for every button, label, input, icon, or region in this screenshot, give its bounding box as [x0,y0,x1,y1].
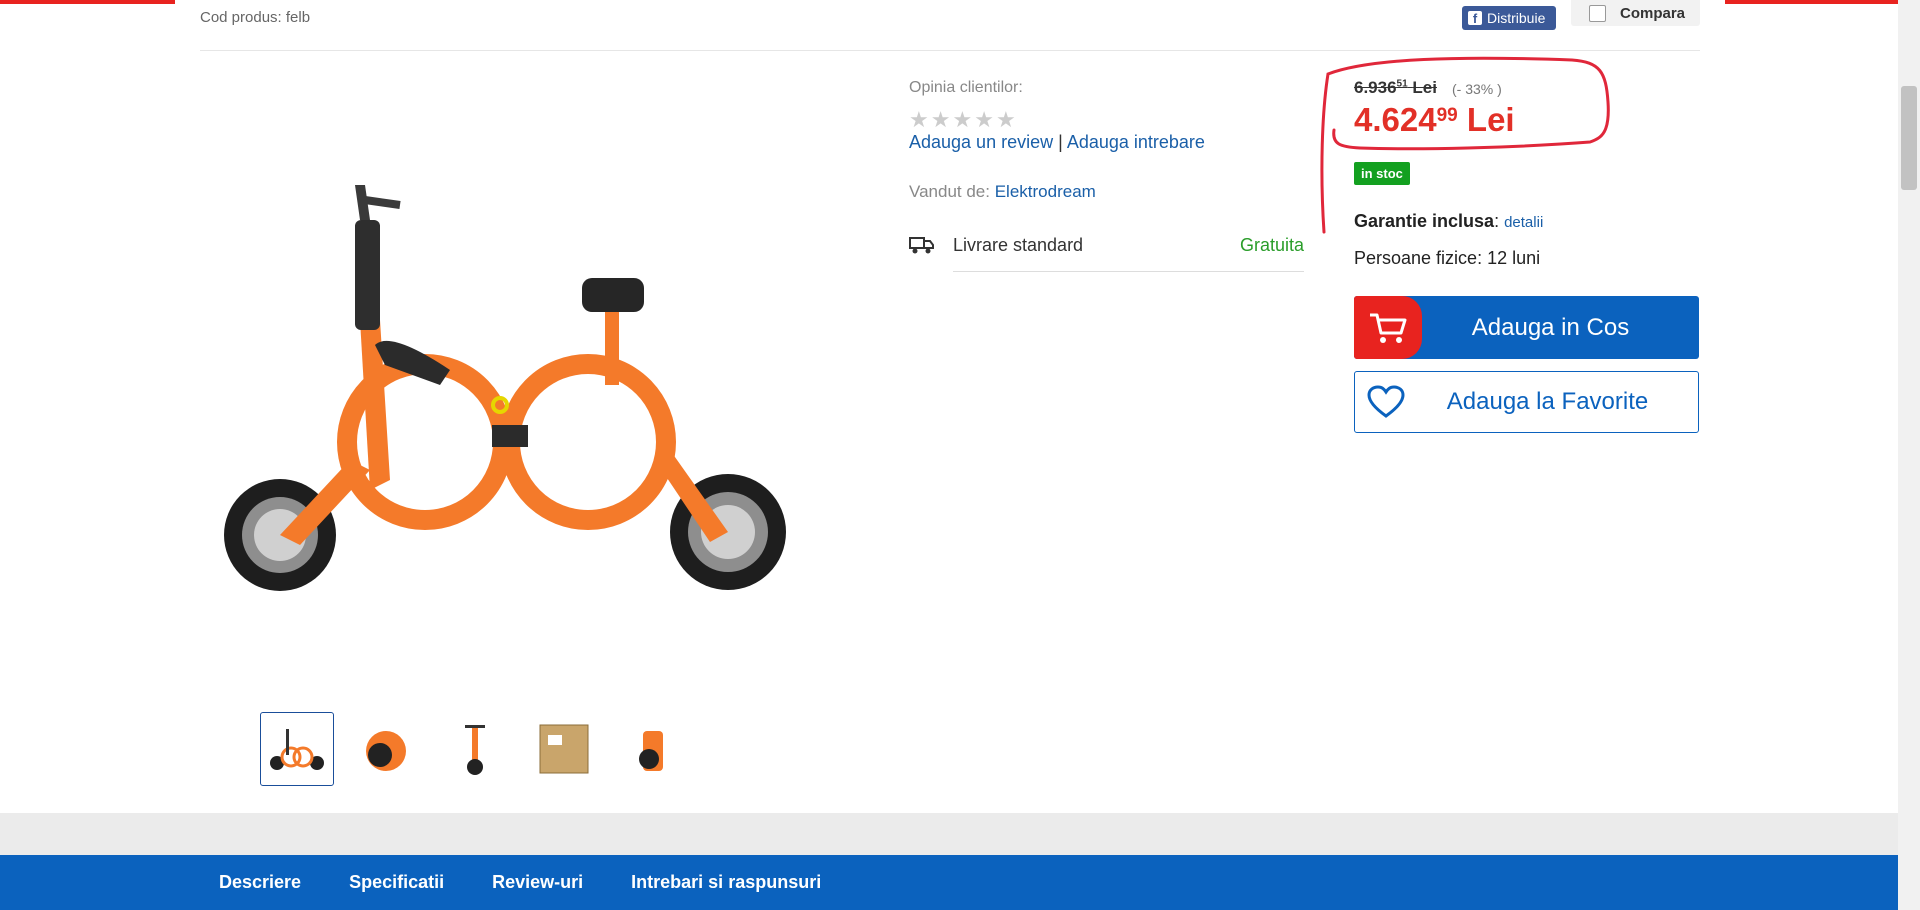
warranty-individuals: Persoane fizice: 12 luni [1354,248,1541,268]
heart-icon [1355,385,1417,419]
warranty-label: Garantie inclusa [1354,211,1495,231]
seller-label: Vandut de: [909,182,990,201]
add-review-link[interactable]: Adauga un review [909,132,1053,152]
compare-checkbox[interactable] [1589,4,1606,22]
tab-review-uri[interactable]: Review-uri [468,872,607,893]
add-question-link[interactable]: Adauga intrebare [1067,132,1205,152]
star-icon: ★ [974,107,994,132]
delivery-row: Livrare standard Gratuita [909,230,1304,272]
facebook-share-button[interactable]: f Distribuie [1462,6,1556,30]
tab-specificatii[interactable]: Specificatii [325,872,468,893]
thumbnail-5[interactable] [616,712,690,786]
link-separator: | [1058,132,1063,152]
seller-info: Vandut de: Elektrodream [909,182,1096,202]
review-links: Adauga un review | Adauga intrebare [909,132,1205,153]
section-background [0,813,1898,855]
tab-descriere[interactable]: Descriere [195,872,325,893]
star-icon: ★ [909,107,929,132]
product-code: Cod produs: felb [200,9,311,26]
divider [953,271,1304,272]
compare-label: Compara [1620,4,1686,22]
scrollbar-thumb[interactable] [1901,86,1917,190]
thumbnail-3[interactable] [438,712,512,786]
add-to-favorites-button[interactable]: Adauga la Favorite [1354,371,1699,433]
product-header-row: Cod produs: felb f Distribuie Compara [200,0,1700,51]
add-to-favorites-label: Adauga la Favorite [1446,388,1649,415]
product-main-image[interactable] [210,160,800,600]
share-label: Distribuie [1487,10,1546,26]
seller-link[interactable]: Elektrodream [995,182,1096,201]
rating-stars[interactable]: ★ ★ ★ ★ ★ [909,107,1016,133]
cart-icon [1354,296,1422,359]
price-highlight-annotation [1320,56,1610,234]
scrollbar[interactable] [1898,0,1920,910]
product-tabs-nav: Descriere Specificatii Review-uri Intreb… [0,855,1898,910]
star-icon: ★ [952,107,973,132]
delivery-truck-icon [909,235,935,260]
add-to-cart-button[interactable]: Adauga in Cos [1354,296,1699,359]
delivery-label: Livrare standard [953,235,1084,255]
thumbnail-1[interactable] [260,712,334,786]
star-icon: ★ [930,107,951,132]
warranty-info: Garantie inclusa: detalii [1354,211,1544,231]
tab-intrebari[interactable]: Intrebari si raspunsuri [607,872,845,893]
compare-toggle[interactable]: Compara [1571,0,1700,26]
top-accent-bar-left [0,0,175,4]
thumbnail-4[interactable] [527,712,601,786]
delivery-price: Gratuita [1239,235,1304,255]
facebook-icon: f [1468,11,1482,26]
star-icon: ★ [995,107,1016,132]
thumbnail-strip [260,712,690,786]
reviews-label: Opinia clientilor: [909,79,1023,96]
warranty-details-link[interactable]: detalii [1504,214,1543,231]
thumbnail-2[interactable] [349,712,423,786]
add-to-cart-label: Adauga in Cos [1471,313,1630,341]
top-accent-bar-right [1725,0,1900,4]
